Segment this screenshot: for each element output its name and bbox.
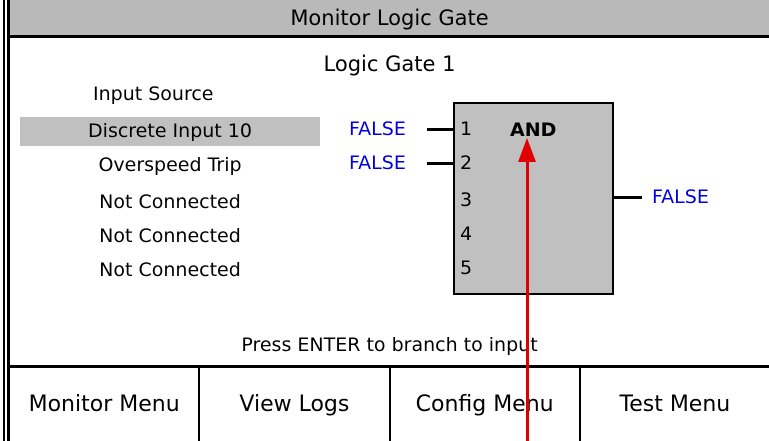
input-source-header: Input Source (93, 83, 214, 105)
input-source-item-1[interactable]: Discrete Input 10 (20, 117, 320, 146)
config-menu-button[interactable]: Config Menu (391, 368, 581, 441)
view-logs-button[interactable]: View Logs (200, 368, 391, 441)
pin-5-label: 5 (460, 257, 473, 279)
input-source-item-5[interactable]: Not Connected (20, 256, 320, 285)
monitor-screen: Monitor Logic Gate Logic Gate 1 Input So… (0, 0, 769, 441)
input-1-wire (427, 128, 455, 131)
input-source-item-2[interactable]: Overspeed Trip (20, 151, 320, 180)
left-border (0, 0, 10, 441)
pin-4-label: 4 (460, 223, 473, 245)
input-1-value: FALSE (349, 118, 406, 140)
window-title: Monitor Logic Gate (10, 0, 769, 38)
pin-1-label: 1 (460, 118, 473, 140)
output-wire (614, 196, 642, 199)
test-menu-button[interactable]: Test Menu (581, 368, 769, 441)
pin-3-label: 3 (460, 189, 473, 211)
pin-2-label: 2 (460, 152, 473, 174)
input-2-wire (427, 162, 455, 165)
softkey-bar: Monitor Menu View Logs Config Menu Test … (10, 365, 769, 441)
annotation-arrow-head (518, 138, 536, 162)
annotation-arrow-shaft (526, 162, 529, 441)
gate-title: Logic Gate 1 (323, 52, 456, 76)
gate-output-value: FALSE (652, 186, 709, 208)
input-source-item-3[interactable]: Not Connected (20, 188, 320, 217)
monitor-menu-button[interactable]: Monitor Menu (10, 368, 201, 441)
hint-text: Press ENTER to branch to input (241, 334, 538, 356)
input-source-item-4[interactable]: Not Connected (20, 222, 320, 251)
input-2-value: FALSE (349, 152, 406, 174)
